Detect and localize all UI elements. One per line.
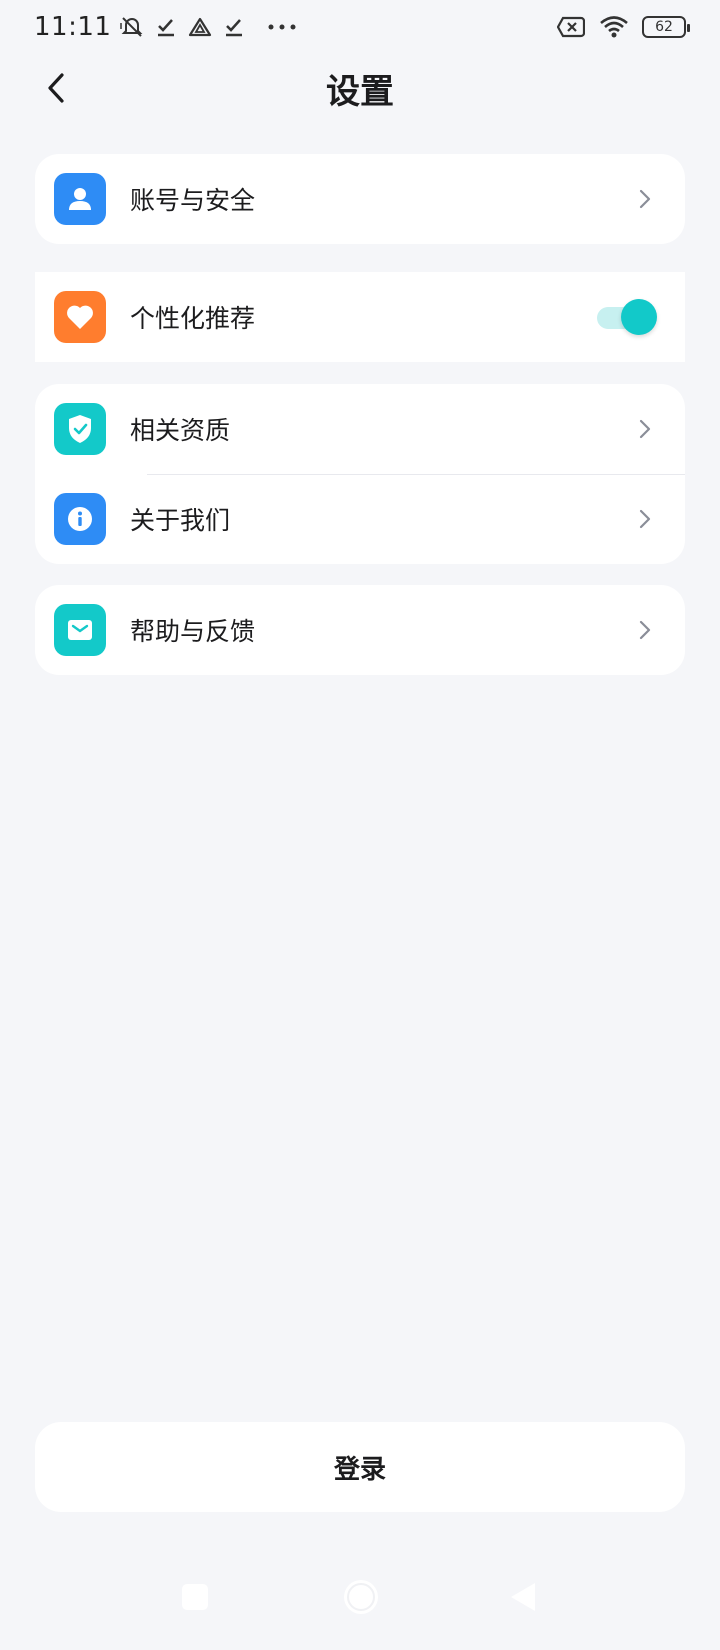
heart-icon: [54, 291, 106, 343]
row-personalized-recommendation: 个性化推荐: [35, 272, 685, 362]
circle-icon: [344, 1580, 378, 1614]
divider: [147, 474, 685, 475]
mail-icon: [54, 604, 106, 656]
page-title: 设置: [326, 71, 394, 112]
more-dots-icon: [265, 14, 299, 40]
row-label: 相关资质: [130, 416, 231, 445]
nav-bar: [0, 1570, 720, 1636]
row-label: 关于我们: [130, 506, 231, 535]
card-help: 帮助与反馈: [35, 585, 685, 675]
battery-level: 62: [655, 19, 673, 35]
login-button[interactable]: 登录: [35, 1422, 685, 1512]
card-account: 账号与安全: [35, 154, 685, 244]
status-time: 11:11: [34, 12, 112, 42]
check-icon: [153, 14, 179, 40]
row-label: 个性化推荐: [130, 304, 256, 333]
row-about-us[interactable]: 关于我们: [35, 474, 685, 564]
chevron-right-icon: [635, 416, 655, 442]
square-icon: [182, 1584, 208, 1610]
triangle-back-icon: [511, 1583, 535, 1611]
back-nav-button[interactable]: [506, 1580, 540, 1614]
chevron-right-icon: [635, 186, 655, 212]
chevron-right-icon: [635, 617, 655, 643]
chevron-right-icon: [635, 506, 655, 532]
status-right: 62: [556, 14, 690, 40]
back-button[interactable]: [30, 62, 82, 114]
wifi-icon: [598, 14, 630, 40]
row-label: 帮助与反馈: [130, 617, 256, 646]
recent-apps-button[interactable]: [178, 1580, 212, 1614]
check-icon: [221, 14, 247, 40]
person-icon: [54, 173, 106, 225]
shield-check-icon: [54, 403, 106, 455]
mute-icon: [119, 14, 145, 40]
personalize-toggle[interactable]: [597, 299, 657, 335]
row-label: 账号与安全: [130, 186, 256, 215]
info-icon: [54, 493, 106, 545]
header: 设置: [0, 56, 720, 120]
drive-icon: [187, 14, 213, 40]
status-bar: 11:11 62: [0, 0, 720, 54]
row-account-security[interactable]: 账号与安全: [35, 154, 685, 244]
card-info: 相关资质 关于我们: [35, 384, 685, 564]
chevron-left-icon: [48, 73, 64, 103]
data-off-icon: [556, 14, 586, 40]
battery-icon: 62: [642, 16, 690, 38]
row-help-feedback[interactable]: 帮助与反馈: [35, 585, 685, 675]
toggle-knob: [621, 299, 657, 335]
row-qualification[interactable]: 相关资质: [35, 384, 685, 474]
home-button[interactable]: [340, 1576, 382, 1618]
status-left: 11:11: [34, 12, 299, 42]
card-personalize: 个性化推荐: [35, 272, 685, 362]
